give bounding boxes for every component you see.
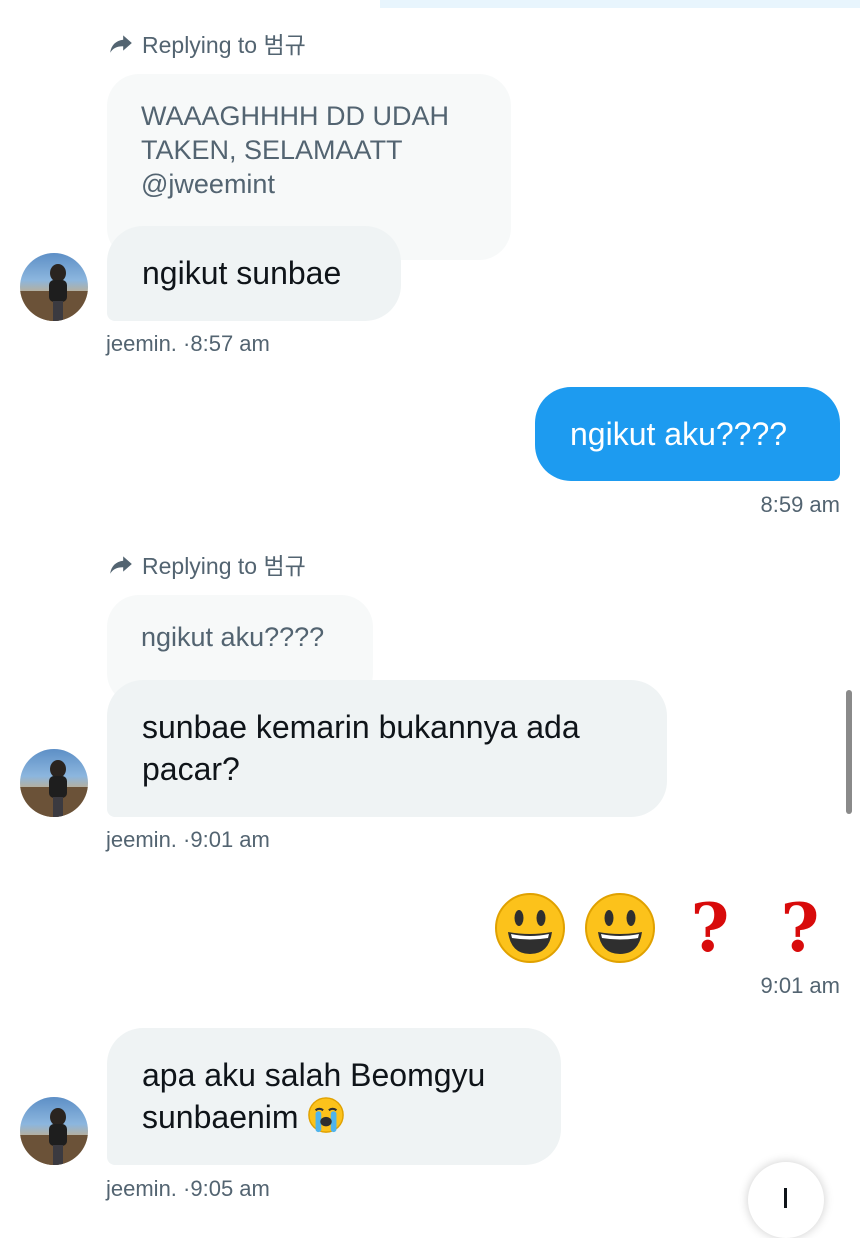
timestamp: ·9:01 am	[183, 827, 270, 852]
emoji-message[interactable]: ? ?	[494, 889, 836, 967]
reply-indicator: Replying to 범규	[108, 547, 306, 581]
message-bubble-outgoing[interactable]: ngikut aku????	[535, 387, 840, 481]
red-question-mark-icon: ?	[690, 889, 730, 967]
grinning-face-icon	[495, 893, 565, 963]
message-bubble-incoming[interactable]: ngikut sunbae	[107, 226, 401, 321]
message-text: sunbae kemarin bukannya ada pacar?	[142, 709, 580, 787]
top-bar	[380, 0, 860, 8]
message-meta: jeemin. ·9:01 am	[106, 827, 270, 853]
message-bubble-incoming[interactable]: apa aku salah Beomgyu sunbaenim	[107, 1028, 561, 1165]
timestamp: ·9:05 am	[183, 1176, 270, 1201]
reply-label: Replying to 범규	[142, 553, 306, 579]
avatar-photo	[20, 1108, 88, 1165]
reply-label: Replying to 범규	[142, 32, 306, 58]
message-meta: jeemin. ·8:57 am	[106, 331, 270, 357]
message-text: ngikut sunbae	[142, 255, 342, 291]
avatar-photo	[20, 264, 88, 321]
message-meta: jeemin. ·9:05 am	[106, 1176, 270, 1202]
reply-arrow-icon	[110, 556, 132, 574]
arrow-down-icon	[784, 1188, 787, 1208]
timestamp: 9:01 am	[760, 973, 841, 998]
message-text: ngikut aku????	[570, 416, 788, 452]
scroll-down-button[interactable]	[748, 1162, 824, 1238]
timestamp: ·8:57 am	[183, 331, 270, 356]
reply-indicator: Replying to 범규	[108, 26, 306, 60]
sender-name[interactable]: jeemin.	[106, 331, 177, 356]
scrollbar[interactable]	[846, 690, 852, 814]
reply-arrow-icon	[110, 35, 132, 53]
grinning-face-icon	[585, 893, 655, 963]
avatar[interactable]	[20, 749, 88, 817]
quoted-text: ngikut aku????	[141, 622, 325, 652]
loudly-crying-face-icon	[308, 1097, 345, 1133]
timestamp: 8:59 am	[760, 492, 841, 517]
sender-name[interactable]: jeemin.	[106, 1176, 177, 1201]
red-question-mark-icon: ?	[780, 889, 820, 967]
message-bubble-incoming[interactable]: sunbae kemarin bukannya ada pacar?	[107, 680, 667, 817]
sender-name[interactable]: jeemin.	[106, 827, 177, 852]
avatar[interactable]	[20, 1097, 88, 1165]
avatar-photo	[20, 760, 88, 817]
avatar[interactable]	[20, 253, 88, 321]
quoted-text: WAAAGHHHH DD UDAH TAKEN, SELAMAATT @jwee…	[141, 101, 450, 199]
